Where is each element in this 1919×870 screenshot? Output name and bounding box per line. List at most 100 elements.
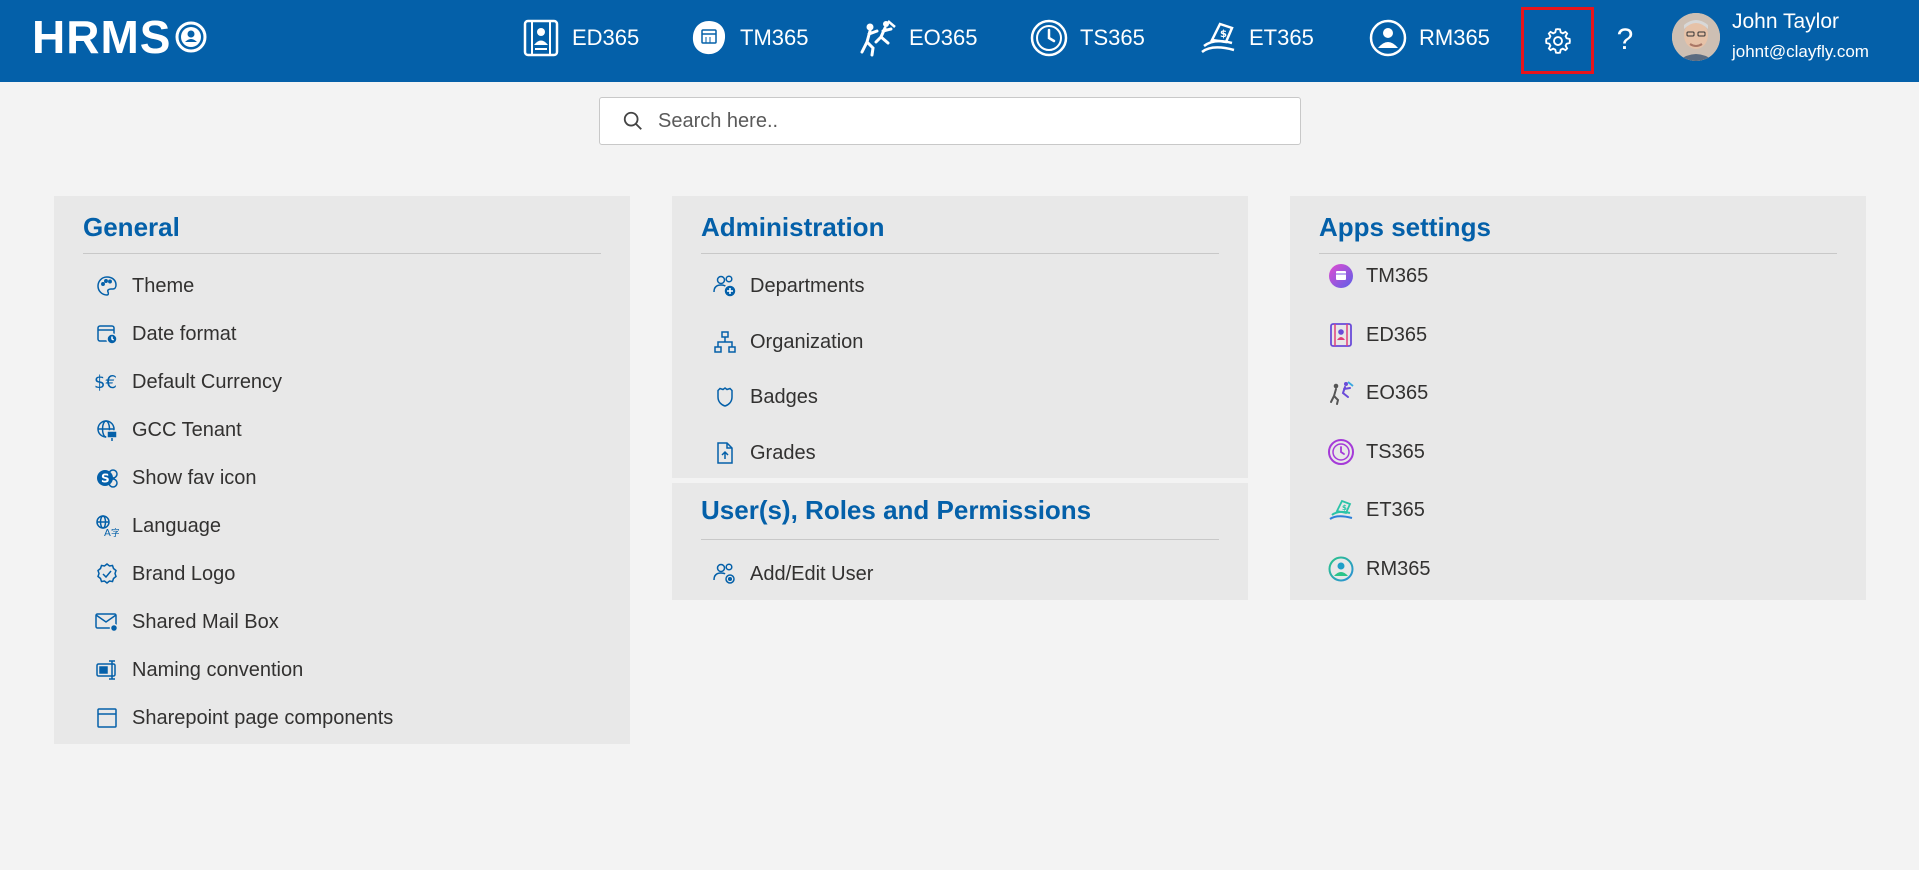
currency-icon: $€ [94,369,120,395]
item-label: TS365 [1366,440,1425,463]
apps-item-ts365[interactable]: TS365 [1328,437,1425,467]
svg-text:字: 字 [111,527,119,538]
search-input[interactable] [658,109,1258,133]
apps-item-et365[interactable]: $ ET365 [1328,495,1425,525]
globe-desktop-icon [94,417,120,443]
ed365-icon [1328,322,1354,348]
org-chart-icon [712,329,738,355]
item-label: Sharepoint page components [132,706,394,729]
nav-app-label: ET365 [1249,25,1314,50]
item-label: RM365 [1366,557,1431,580]
ts365-icon [1328,439,1354,465]
item-label: Add/Edit User [750,562,874,585]
nav-app-et365[interactable]: $ ET365 [1197,14,1314,62]
general-item-language[interactable]: A字 Language [94,511,221,541]
admin-item-departments[interactable]: Departments [712,271,865,301]
item-label: Theme [132,274,195,297]
item-label: Shared Mail Box [132,610,279,633]
general-item-default-currency[interactable]: $€ Default Currency [94,367,282,397]
nav-app-label: EO365 [909,25,978,50]
admin-item-organization[interactable]: Organization [712,327,863,357]
general-item-gcc-tenant[interactable]: GCC Tenant [94,415,242,445]
users-roles-title: User(s), Roles and Permissions [701,495,1092,525]
nav-app-eo365[interactable]: EO365 [857,14,978,62]
nav-app-label: TS365 [1080,25,1145,50]
item-label: Default Currency [132,370,283,393]
item-label: Naming convention [132,658,304,681]
item-label: Date format [132,322,237,345]
rm365-icon [1328,556,1354,582]
administration-title: Administration [701,212,885,242]
nav-app-rm365[interactable]: RM365 [1367,14,1490,62]
people-settings-icon [712,561,738,587]
users-roles-panel: User(s), Roles and Permissions Add/Edit … [672,483,1248,600]
user-photo [1672,13,1720,61]
svg-text:A: A [104,528,111,538]
settings-button[interactable] [1521,7,1594,74]
brand-user-icon [175,21,207,53]
ed365-icon [520,17,562,59]
shield-icon [712,384,738,410]
item-label: ED365 [1366,323,1428,346]
user-email: johnt@clayfly.com [1732,42,1869,61]
help-button[interactable]: ? [1610,18,1640,62]
item-label: Brand Logo [132,562,236,585]
general-title: General [83,212,180,242]
nav-app-label: TM365 [740,25,809,50]
divider [83,253,601,254]
people-add-icon [712,273,738,299]
page-icon [94,705,120,731]
general-panel: General Theme Date format $€ Default Cur… [54,196,630,744]
apps-item-tm365[interactable]: TM365 [1328,261,1428,291]
palette-icon [94,273,120,299]
brand-text: HRMS [32,11,172,63]
et365-icon: $ [1197,17,1239,59]
nav-app-ed365[interactable]: ED365 [520,14,639,62]
admin-item-grades[interactable]: Grades [712,438,816,468]
search-box[interactable] [599,97,1301,145]
admin-item-badges[interactable]: Badges [712,382,818,412]
item-label: Language [132,514,221,537]
general-item-sharepoint-page-components[interactable]: Sharepoint page components [94,703,393,733]
translate-icon: A字 [94,513,120,539]
rm365-icon [1367,17,1409,59]
apps-item-eo365[interactable]: EO365 [1328,378,1428,408]
item-label: ET365 [1366,498,1425,521]
apps-settings-panel: Apps settings TM365 ED365 EO365 TS365 $ … [1290,196,1866,600]
item-label: Show fav icon [132,466,257,489]
item-label: Organization [750,330,864,353]
mail-settings-icon [94,609,120,635]
gear-icon [1544,27,1571,54]
eo365-icon [857,17,899,59]
badge-check-icon [94,561,120,587]
hrms-logo[interactable]: HRMS [32,11,207,63]
avatar[interactable] [1672,13,1720,61]
nav-app-label: ED365 [572,25,640,50]
general-item-shared-mail-box[interactable]: Shared Mail Box [94,607,279,637]
item-label: Grades [750,441,816,464]
apps-item-ed365[interactable]: ED365 [1328,320,1427,350]
divider [701,539,1219,540]
general-item-brand-logo[interactable]: Brand Logo [94,559,235,589]
svg-text:$: $ [1220,29,1227,40]
eo365-icon [1328,380,1354,406]
nav-app-tm365[interactable]: TM365 [688,14,808,62]
general-item-show-fav-icon[interactable]: S Show fav icon [94,463,257,493]
users-item-add-edit-user[interactable]: Add/Edit User [712,559,873,589]
svg-text:$€: $€ [94,372,117,393]
nav-app-ts365[interactable]: TS365 [1028,14,1145,62]
general-item-date-format[interactable]: Date format [94,319,236,349]
nav-app-label: RM365 [1419,25,1490,50]
item-label: TM365 [1366,264,1429,287]
item-label: Badges [750,385,818,408]
divider [701,253,1219,254]
general-item-naming-convention[interactable]: Naming convention [94,655,303,685]
svg-text:$: $ [1342,504,1347,512]
user-name: John Taylor [1732,10,1840,33]
general-item-theme[interactable]: Theme [94,271,194,301]
apps-item-rm365[interactable]: RM365 [1328,554,1430,584]
tm365-icon [688,17,730,59]
administration-panel: Administration Departments Organization … [672,196,1248,478]
search-icon [623,111,642,130]
item-label: GCC Tenant [132,418,242,441]
